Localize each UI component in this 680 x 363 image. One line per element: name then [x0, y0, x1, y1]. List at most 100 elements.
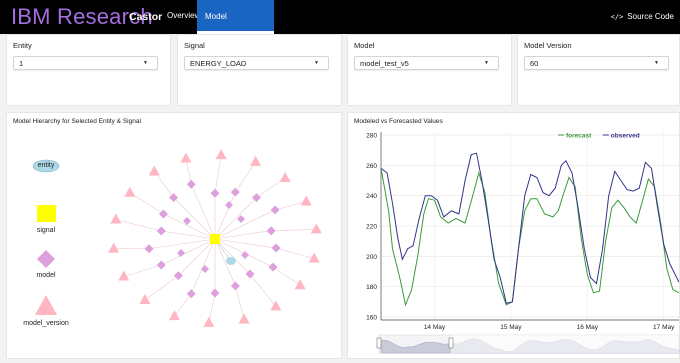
network-nodes [108, 149, 322, 327]
model-node[interactable] [230, 187, 240, 197]
chart-grid: 160 180 200 220 240 260 280 14 May 15 May 16 May 1… [366, 132, 679, 331]
network-edge [271, 229, 317, 231]
y-tick-label: 260 [366, 163, 377, 170]
model-version-node[interactable] [215, 149, 227, 160]
forecast-chart[interactable]: 160 180 200 220 240 260 280 14 May 15 May 16 May 1… [348, 113, 680, 360]
model-version-node[interactable] [180, 152, 192, 163]
model-label: Model [354, 41, 375, 50]
model-select[interactable]: model_test_v5 ▼ [354, 56, 499, 70]
model-node[interactable] [266, 226, 276, 236]
model-version-node[interactable] [148, 165, 160, 176]
model-version-node[interactable] [250, 155, 262, 166]
chart-legend: forecast observed [558, 133, 640, 140]
y-tick-label: 240 [366, 193, 377, 200]
model-node[interactable] [156, 260, 166, 270]
model-version-node[interactable] [110, 213, 122, 224]
model-version-node[interactable] [168, 310, 180, 321]
signal-select-value: ENERGY_LOAD [190, 59, 247, 68]
network-edge [190, 238, 216, 294]
network-edge [208, 293, 216, 323]
code-icon: </> [610, 13, 624, 21]
model-node[interactable] [177, 249, 185, 257]
network-edge [235, 161, 256, 193]
model-node[interactable] [144, 244, 154, 254]
hierarchy-network-graph[interactable] [7, 113, 343, 360]
network-edge [272, 266, 301, 286]
x-tick-label: 16 May [577, 324, 599, 331]
entity-select[interactable]: 1 ▼ [13, 56, 158, 70]
forecast-panel: Modeled vs Forecasted Values 160 180 200 22… [347, 112, 680, 359]
x-tick-label: 14 May [424, 324, 446, 331]
y-tick-label: 180 [366, 284, 377, 291]
source-code-label: Source Code [627, 12, 674, 21]
y-tick-label: 160 [366, 314, 377, 321]
source-code-link[interactable]: </> Source Code [611, 0, 680, 34]
network-edge [178, 238, 216, 276]
y-tick-label: 280 [366, 133, 377, 140]
legend-label-observed: observed [611, 133, 640, 140]
series-line-observed [381, 152, 679, 304]
network-edge [214, 155, 222, 194]
model-version-node[interactable] [310, 223, 322, 234]
hierarchy-panel: Model Hierarchy for Selected Entity & Si… [6, 112, 342, 359]
model-node[interactable] [186, 289, 196, 299]
network-edge [144, 275, 179, 301]
entity-select-value: 1 [19, 59, 24, 68]
signal-node[interactable] [210, 234, 220, 244]
range-navigator[interactable] [376, 334, 680, 354]
model-node[interactable] [158, 209, 168, 219]
chart-series [381, 152, 679, 307]
entity-node[interactable] [226, 257, 236, 265]
signal-select[interactable]: ENERGY_LOAD ▼ [184, 56, 329, 70]
model-node[interactable] [156, 226, 166, 236]
app-name: Castor [129, 11, 163, 23]
model-node[interactable] [201, 265, 209, 273]
network-edge [115, 219, 162, 232]
model-version-node[interactable] [300, 195, 312, 206]
signal-filter-card: Signal ENERGY_LOAD ▼ [177, 34, 342, 106]
network-edge [235, 285, 245, 320]
chevron-down-icon: ▼ [654, 60, 659, 66]
model-filter-card: Model model_test_v5 ▼ [347, 34, 512, 106]
series-line-forecast [381, 168, 679, 307]
network-edge [214, 197, 257, 240]
x-tick-label: 15 May [500, 324, 522, 331]
model-version-node[interactable] [238, 313, 250, 324]
entity-label: Entity [13, 41, 32, 50]
model-version-select[interactable]: 60 ▼ [524, 56, 669, 70]
model-node[interactable] [186, 179, 196, 189]
model-select-value: model_test_v5 [360, 59, 409, 68]
model-node[interactable] [225, 201, 233, 209]
chevron-down-icon: ▼ [484, 60, 489, 66]
network-edge [123, 264, 162, 277]
navigator-unselected [451, 335, 679, 353]
network-edge [214, 191, 236, 240]
y-tick-label: 200 [366, 254, 377, 261]
y-tick-label: 220 [366, 224, 377, 231]
network-edge [173, 197, 216, 240]
model-node[interactable] [210, 188, 220, 198]
model-version-filter-card: Model Version 60 ▼ [517, 34, 680, 106]
navigator-right-handle[interactable] [448, 337, 454, 349]
x-tick-label: 17 May [653, 324, 675, 331]
model-node[interactable] [230, 281, 240, 291]
model-version-node[interactable] [203, 316, 215, 327]
model-version-node[interactable] [279, 172, 291, 183]
model-node[interactable] [210, 288, 220, 298]
model-version-select-value: 60 [530, 59, 539, 68]
model-version-node[interactable] [124, 186, 136, 197]
model-node[interactable] [268, 262, 278, 272]
model-node[interactable] [271, 243, 281, 253]
entity-filter-card: Entity 1 ▼ [6, 34, 171, 106]
navigator-left-handle[interactable] [376, 337, 382, 349]
model-version-label: Model Version [524, 41, 572, 50]
legend-label-forecast: forecast [566, 133, 592, 140]
tab-model-management[interactable]: Model Management [197, 0, 274, 55]
model-version-node[interactable] [139, 293, 151, 304]
model-node[interactable] [270, 205, 280, 215]
chevron-down-icon: ▼ [143, 60, 148, 66]
signal-label: Signal [184, 41, 205, 50]
model-version-node[interactable] [108, 242, 120, 253]
network-edge [275, 201, 307, 211]
model-version-node[interactable] [294, 279, 306, 290]
